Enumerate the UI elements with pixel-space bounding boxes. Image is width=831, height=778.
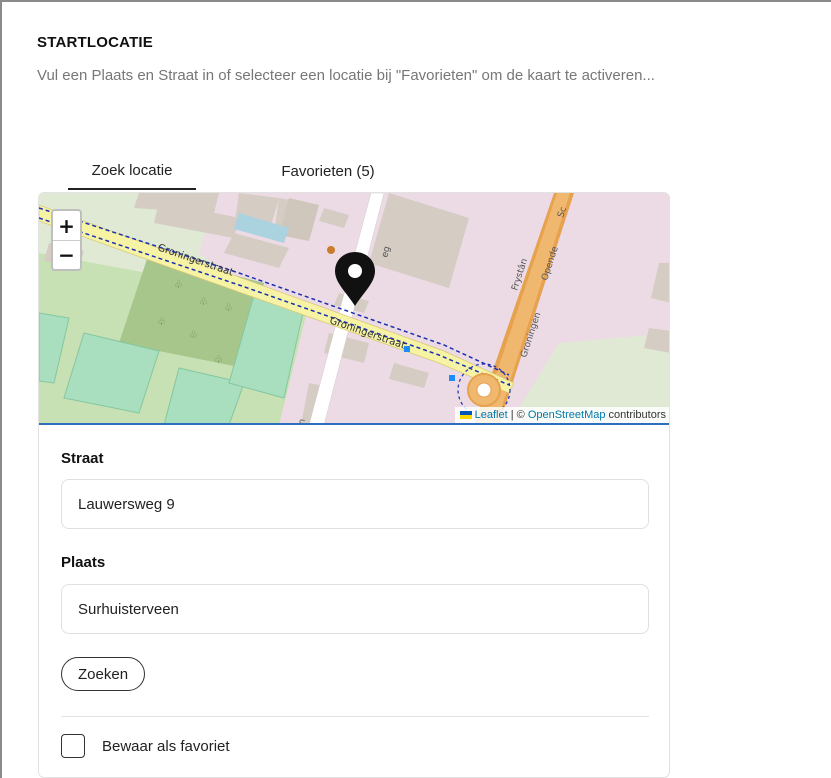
map-view[interactable]: ♧ ♧ ♧ ♧ ♧ ♧ Groningerstraat Groningerstr… [39, 193, 669, 425]
tab-favorieten[interactable]: Favorieten (5) [248, 152, 408, 190]
zoom-out-button[interactable]: − [53, 240, 80, 269]
street-label: Straat [61, 450, 104, 467]
location-tabs: Zoek locatie Favorieten (5) [38, 152, 670, 192]
svg-text:♧: ♧ [157, 317, 166, 328]
zoom-control: + − [51, 209, 82, 271]
map-attribution: Leaflet | © OpenStreetMap contributors [454, 407, 669, 423]
svg-text:♧: ♧ [199, 297, 208, 308]
zoom-in-button[interactable]: + [53, 211, 80, 240]
favorite-row: Bewaar als favoriet [61, 734, 230, 758]
section-intro: Vul een Plaats en Straat in of selecteer… [37, 67, 655, 84]
street-input[interactable]: Lauwersweg 9 [61, 479, 649, 529]
svg-text:♧: ♧ [174, 280, 183, 291]
city-input[interactable]: Surhuisterveen [61, 584, 649, 634]
favorite-label[interactable]: Bewaar als favoriet [102, 738, 230, 755]
svg-text:♧: ♧ [189, 330, 198, 341]
tab-zoek-locatie[interactable]: Zoek locatie [68, 152, 196, 190]
leaflet-link[interactable]: Leaflet [475, 409, 508, 421]
attribution-separator: | © [507, 409, 528, 421]
map-tiles: ♧ ♧ ♧ ♧ ♧ ♧ Groningerstraat Groningerstr… [39, 193, 669, 423]
location-card: ♧ ♧ ♧ ♧ ♧ ♧ Groningerstraat Groningerstr… [38, 192, 670, 778]
city-label: Plaats [61, 554, 106, 571]
osm-link[interactable]: OpenStreetMap [528, 409, 606, 421]
svg-text:♧: ♧ [224, 303, 233, 314]
form-divider [61, 716, 649, 717]
favorite-checkbox[interactable] [61, 734, 85, 758]
attribution-contributors: contributors [605, 409, 666, 421]
svg-text:♧: ♧ [214, 355, 223, 366]
fire-station-icon [327, 246, 335, 254]
search-button[interactable]: Zoeken [61, 657, 146, 691]
ukraine-flag-icon [459, 411, 472, 419]
section-title: STARTLOCATIE [37, 34, 153, 51]
